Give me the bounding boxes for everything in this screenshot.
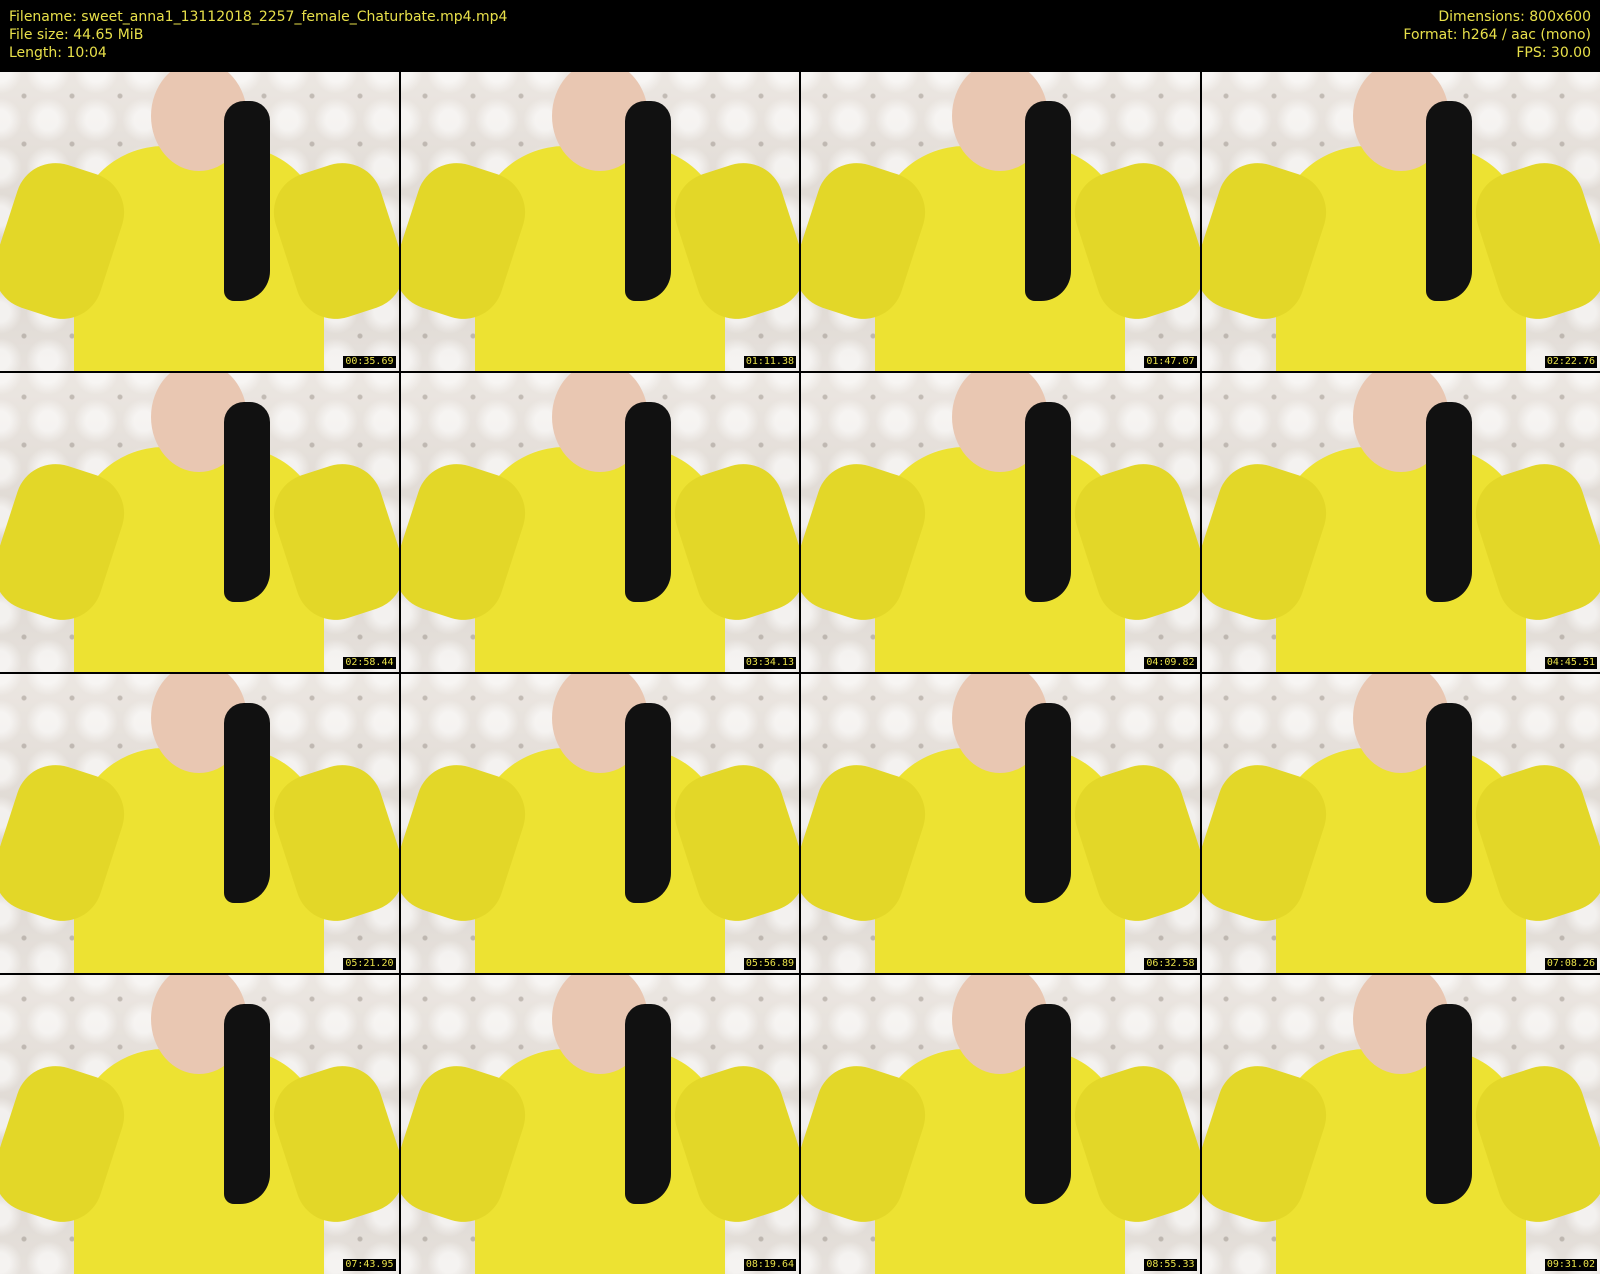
yellow-shirt	[74, 748, 325, 973]
hair	[224, 402, 271, 602]
yellow-shirt	[474, 748, 725, 973]
frame-timestamp: 04:09.82	[1144, 657, 1197, 669]
hair	[1425, 703, 1472, 903]
hair	[1425, 101, 1472, 301]
video-frame-thumbnail: 02:22.76	[1201, 72, 1600, 371]
person-figure	[1275, 72, 1526, 371]
yellow-shirt	[875, 1049, 1126, 1274]
person-figure	[474, 674, 725, 973]
format-label: Format: h264 / aac (mono)	[1403, 27, 1591, 43]
frame-timestamp: 05:21.20	[343, 958, 396, 970]
hair	[224, 1004, 271, 1204]
yellow-shirt	[474, 146, 725, 371]
frame-timestamp: 08:55.33	[1144, 1259, 1197, 1271]
frame-timestamp: 01:47.07	[1144, 356, 1197, 368]
yellow-shirt	[875, 447, 1126, 672]
frame-timestamp: 04:45.51	[1544, 657, 1597, 669]
hair	[224, 703, 271, 903]
person-figure	[1275, 674, 1526, 973]
video-frame-thumbnail: 06:32.58	[801, 674, 1200, 973]
person-figure	[875, 72, 1126, 371]
person-figure	[875, 975, 1126, 1274]
hair	[1025, 1004, 1072, 1204]
video-frame-thumbnail: 04:45.51	[1201, 373, 1600, 672]
yellow-shirt	[1275, 146, 1526, 371]
person-figure	[474, 72, 725, 371]
video-frame-thumbnail: 09:31.02	[1201, 975, 1600, 1274]
video-frame-thumbnail: 02:58.44	[0, 373, 399, 672]
frame-timestamp: 00:35.69	[343, 356, 396, 368]
person-figure	[474, 975, 725, 1274]
hair	[624, 1004, 671, 1204]
hair	[1025, 402, 1072, 602]
person-figure	[1275, 373, 1526, 672]
frame-timestamp: 06:32.58	[1144, 958, 1197, 970]
contact-sheet-header: Filename: sweet_anna1_13112018_2257_fema…	[0, 0, 1600, 72]
yellow-shirt	[1275, 1049, 1526, 1274]
video-frame-thumbnail: 03:34.13	[400, 373, 799, 672]
person-figure	[74, 373, 325, 672]
video-frame-thumbnail: 05:56.89	[400, 674, 799, 973]
yellow-shirt	[875, 146, 1126, 371]
yellow-shirt	[1275, 748, 1526, 973]
yellow-shirt	[474, 1049, 725, 1274]
person-figure	[875, 674, 1126, 973]
video-frame-thumbnail: 08:19.64	[400, 975, 799, 1274]
frame-timestamp: 01:11.38	[743, 356, 796, 368]
filename-label: Filename: sweet_anna1_13112018_2257_fema…	[9, 9, 508, 25]
dimensions-label: Dimensions: 800x600	[1438, 9, 1591, 25]
file-info-left: Filename: sweet_anna1_13112018_2257_fema…	[9, 8, 507, 62]
hair	[224, 101, 271, 301]
video-frame-thumbnail: 01:11.38	[400, 72, 799, 371]
video-frame-thumbnail: 01:47.07	[801, 72, 1200, 371]
person-figure	[74, 674, 325, 973]
frame-timestamp: 05:56.89	[743, 958, 796, 970]
thumbnail-grid: 00:35.69 01:11.38 01:47.07 02:22.76 02:58.44…	[0, 72, 1600, 1274]
video-frame-thumbnail: 07:08.26	[1201, 674, 1600, 973]
yellow-shirt	[74, 146, 325, 371]
hair	[624, 101, 671, 301]
frame-timestamp: 07:43.95	[343, 1259, 396, 1271]
hair	[624, 703, 671, 903]
yellow-shirt	[1275, 447, 1526, 672]
frame-timestamp: 02:22.76	[1544, 356, 1597, 368]
yellow-shirt	[474, 447, 725, 672]
video-frame-thumbnail: 05:21.20	[0, 674, 399, 973]
person-figure	[74, 975, 325, 1274]
length-label: Length: 10:04	[9, 45, 107, 61]
person-figure	[74, 72, 325, 371]
person-figure	[474, 373, 725, 672]
hair	[1425, 1004, 1472, 1204]
fps-label: FPS: 30.00	[1516, 45, 1591, 61]
person-figure	[1275, 975, 1526, 1274]
hair	[624, 402, 671, 602]
yellow-shirt	[74, 447, 325, 672]
video-frame-thumbnail: 00:35.69	[0, 72, 399, 371]
file-info-right: Dimensions: 800x600 Format: h264 / aac (…	[1403, 8, 1591, 62]
file-size-label: File size: 44.65 MiB	[9, 27, 144, 43]
video-frame-thumbnail: 04:09.82	[801, 373, 1200, 672]
yellow-shirt	[74, 1049, 325, 1274]
hair	[1025, 703, 1072, 903]
yellow-shirt	[875, 748, 1126, 973]
frame-timestamp: 02:58.44	[343, 657, 396, 669]
frame-timestamp: 07:08.26	[1544, 958, 1597, 970]
frame-timestamp: 03:34.13	[743, 657, 796, 669]
frame-timestamp: 09:31.02	[1544, 1259, 1597, 1271]
person-figure	[875, 373, 1126, 672]
hair	[1025, 101, 1072, 301]
hair	[1425, 402, 1472, 602]
frame-timestamp: 08:19.64	[743, 1259, 796, 1271]
video-frame-thumbnail: 08:55.33	[801, 975, 1200, 1274]
video-frame-thumbnail: 07:43.95	[0, 975, 399, 1274]
